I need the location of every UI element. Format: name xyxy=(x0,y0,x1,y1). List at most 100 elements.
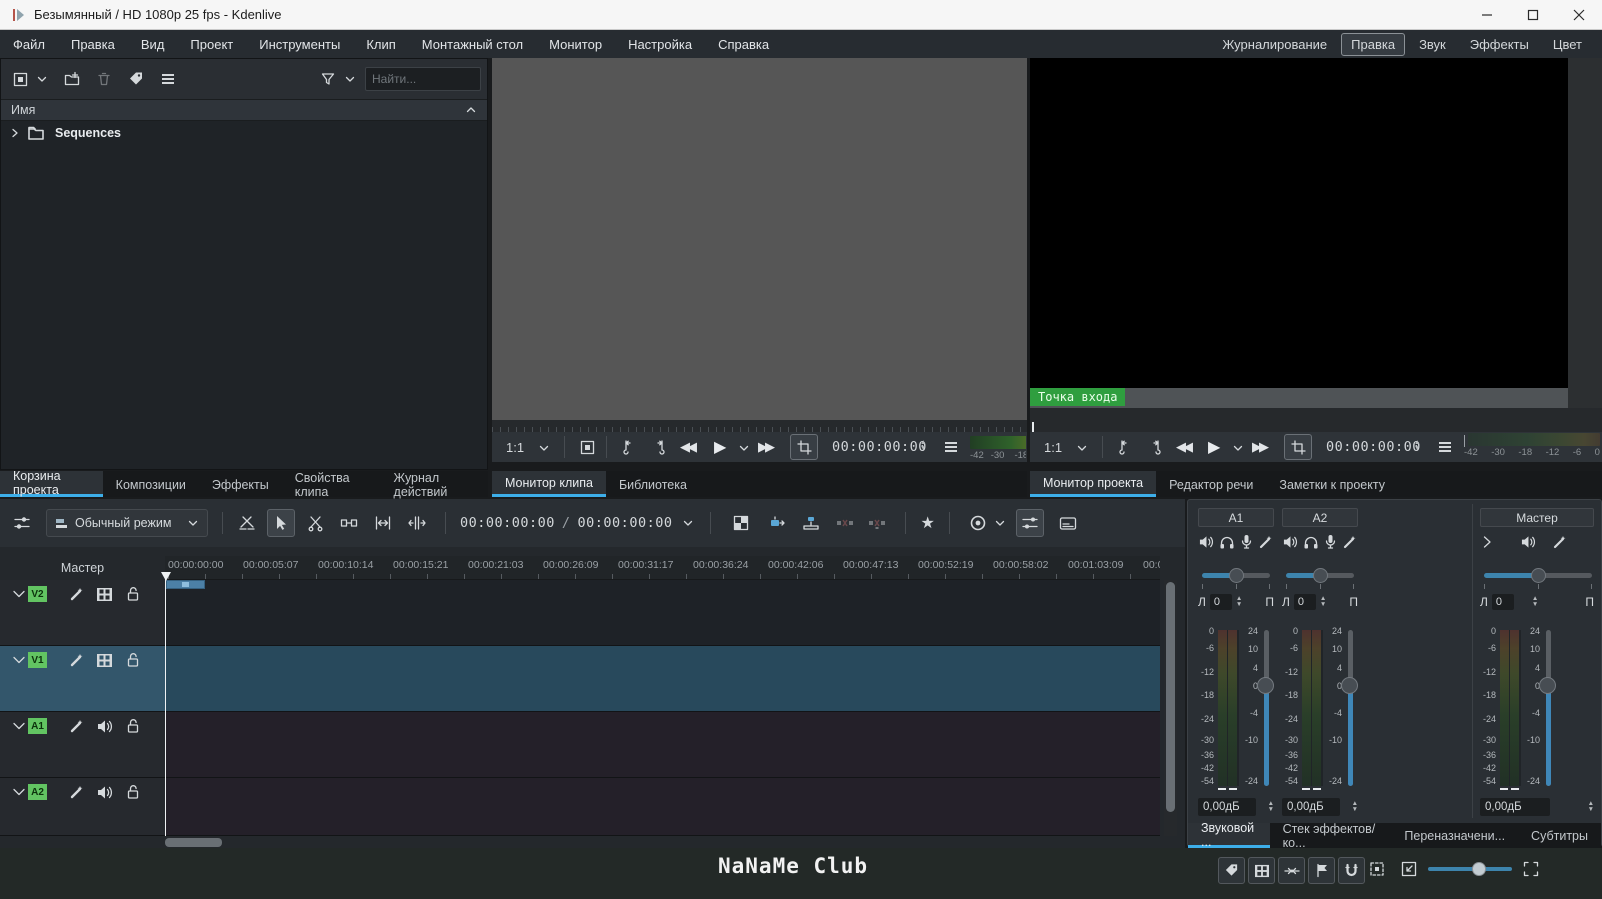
balance-value[interactable]: 0 xyxy=(1492,594,1514,610)
track-lane-v2[interactable] xyxy=(165,580,1160,646)
show-markers-toggle[interactable] xyxy=(1308,857,1335,884)
solo-icon[interactable] xyxy=(1219,535,1235,550)
record-monitor-icon[interactable] xyxy=(1240,534,1253,550)
set-out-point-button[interactable] xyxy=(646,434,672,460)
show-mixer-button[interactable] xyxy=(1016,509,1044,537)
menu-tools[interactable]: Инструменты xyxy=(246,32,353,57)
expand-arrow-icon[interactable] xyxy=(9,127,21,139)
rewind-button[interactable]: ◀◀ xyxy=(1176,439,1190,455)
timecode-spinner[interactable]: ▲▼ xyxy=(920,440,926,452)
tag-button[interactable] xyxy=(123,66,149,92)
zone-handle[interactable] xyxy=(182,582,189,587)
tab-subtitles[interactable]: Субтитры xyxy=(1518,823,1601,848)
timecode-spinner[interactable]: ▲▼ xyxy=(1414,440,1420,452)
track-name-badge[interactable]: V2 xyxy=(28,586,47,602)
create-folder-button[interactable] xyxy=(59,66,85,92)
track-name-badge[interactable]: A2 xyxy=(28,784,47,800)
menu-help[interactable]: Справка xyxy=(705,32,782,57)
track-head-v2[interactable]: V2 xyxy=(0,580,165,646)
play-button[interactable]: ▶ xyxy=(714,437,726,457)
zone-mode-button[interactable] xyxy=(1284,434,1312,460)
video-thumbnails-toggle[interactable] xyxy=(1248,857,1275,884)
bin-search-input[interactable] xyxy=(365,67,481,91)
timeline-position-timecode[interactable]: 00:00:00:00 xyxy=(460,515,555,531)
track-head-a1[interactable]: A1 xyxy=(0,712,165,778)
clip-monitor-ruler[interactable] xyxy=(492,420,1027,432)
timeline-ruler[interactable]: 00:00:00:00 00:00:05:07 00:00:10:14 00:0… xyxy=(165,556,1160,580)
record-button[interactable] xyxy=(964,509,992,537)
pan-slider[interactable] xyxy=(1484,568,1592,582)
channel-effects-icon[interactable] xyxy=(1342,534,1358,550)
timeline-settings-button[interactable] xyxy=(8,509,36,537)
bin-folder-row-sequences[interactable]: Sequences xyxy=(1,121,487,145)
monitor-menu-button[interactable] xyxy=(1432,434,1458,460)
project-monitor-timecode[interactable]: 00:00:00:00 xyxy=(1326,439,1421,455)
track-effects-icon[interactable] xyxy=(69,718,85,734)
mute-icon[interactable] xyxy=(1198,535,1214,549)
volume-spinner[interactable]: ▲▼ xyxy=(1352,801,1358,813)
play-dropdown-icon[interactable] xyxy=(1232,442,1244,454)
monitor-menu-button[interactable] xyxy=(938,434,964,460)
timeline-vertical-scrollbar[interactable] xyxy=(1164,580,1177,836)
tab-remapping[interactable]: Переназначени... xyxy=(1391,823,1518,848)
add-clip-button[interactable] xyxy=(7,66,33,92)
zone-mode-button[interactable] xyxy=(790,434,818,460)
tab-audio-mixer[interactable]: Звуковой ... xyxy=(1188,823,1270,848)
track-lock-icon[interactable] xyxy=(126,586,140,602)
monitor-zoom-level[interactable]: 1:1 xyxy=(1044,440,1062,455)
lift-zone-button[interactable] xyxy=(863,509,891,537)
tab-undo-history[interactable]: Журнал действий xyxy=(381,471,488,497)
tab-library[interactable]: Библиотека xyxy=(606,471,700,497)
add-clip-dropdown-icon[interactable] xyxy=(33,66,51,92)
tab-project-monitor[interactable]: Монитор проекта xyxy=(1030,471,1156,497)
channel-label[interactable]: Мастер xyxy=(1480,508,1594,527)
mute-icon[interactable] xyxy=(1520,535,1536,549)
channel-effects-icon[interactable] xyxy=(1552,534,1568,550)
menu-view[interactable]: Вид xyxy=(128,32,178,57)
track-head-a2[interactable]: A2 xyxy=(0,778,165,836)
track-lane-a1[interactable] xyxy=(165,712,1160,778)
tab-project-notes[interactable]: Заметки к проекту xyxy=(1266,471,1398,497)
clip-monitor-timecode[interactable]: 00:00:00:00 xyxy=(832,439,927,455)
collapse-mixer-icon[interactable] xyxy=(1480,535,1494,549)
volume-spinner[interactable]: ▲▼ xyxy=(1588,801,1594,813)
track-audio-icon[interactable] xyxy=(96,719,113,734)
edit-mode-select[interactable]: Обычный режим xyxy=(46,509,208,537)
zoom-fit-timeline-icon[interactable] xyxy=(1522,860,1540,878)
menu-timeline[interactable]: Монтажный стол xyxy=(409,32,536,57)
volume-value[interactable]: 0,00дБ xyxy=(1198,798,1256,816)
pan-slider[interactable] xyxy=(1286,568,1354,582)
forward-button[interactable]: ▶▶ xyxy=(758,439,772,455)
channel-label[interactable]: A1 xyxy=(1198,508,1274,527)
selection-tool-button[interactable] xyxy=(267,509,295,537)
zoom-dropdown-icon[interactable] xyxy=(538,442,550,454)
menu-project[interactable]: Проект xyxy=(177,32,246,57)
track-video-icon[interactable] xyxy=(96,587,113,602)
mix-clips-button[interactable] xyxy=(233,509,261,537)
record-monitor-icon[interactable] xyxy=(1324,534,1337,550)
tab-speech-editor[interactable]: Редактор речи xyxy=(1156,471,1266,497)
bin-name-column-header[interactable]: Имя xyxy=(1,99,487,121)
slip-tool-button[interactable] xyxy=(369,509,397,537)
forward-button[interactable]: ▶▶ xyxy=(1252,439,1266,455)
track-lane-v1[interactable] xyxy=(165,646,1160,712)
record-dropdown-icon[interactable] xyxy=(994,517,1006,529)
close-button[interactable] xyxy=(1556,0,1602,29)
channel-label[interactable]: A2 xyxy=(1282,508,1358,527)
spacer-tool-button[interactable] xyxy=(335,509,363,537)
workspace-logging[interactable]: Журналирование xyxy=(1212,33,1337,56)
playhead-marker[interactable] xyxy=(160,572,172,581)
play-button[interactable]: ▶ xyxy=(1208,437,1220,457)
timeline-zoom-slider[interactable] xyxy=(1428,862,1512,876)
pan-slider[interactable] xyxy=(1202,568,1270,582)
volume-spinner[interactable]: ▲▼ xyxy=(1268,801,1274,813)
subtitle-button[interactable] xyxy=(1054,509,1082,537)
menu-monitor[interactable]: Монитор xyxy=(536,32,615,57)
track-lock-icon[interactable] xyxy=(126,652,140,668)
monitor-zoom-level[interactable]: 1:1 xyxy=(506,440,524,455)
workspace-color[interactable]: Цвет xyxy=(1543,33,1592,56)
snap-toggle[interactable] xyxy=(1338,857,1365,884)
workspace-effects[interactable]: Эффекты xyxy=(1460,33,1539,56)
filter-button[interactable] xyxy=(315,66,341,92)
volume-value[interactable]: 0,00дБ xyxy=(1282,798,1340,816)
